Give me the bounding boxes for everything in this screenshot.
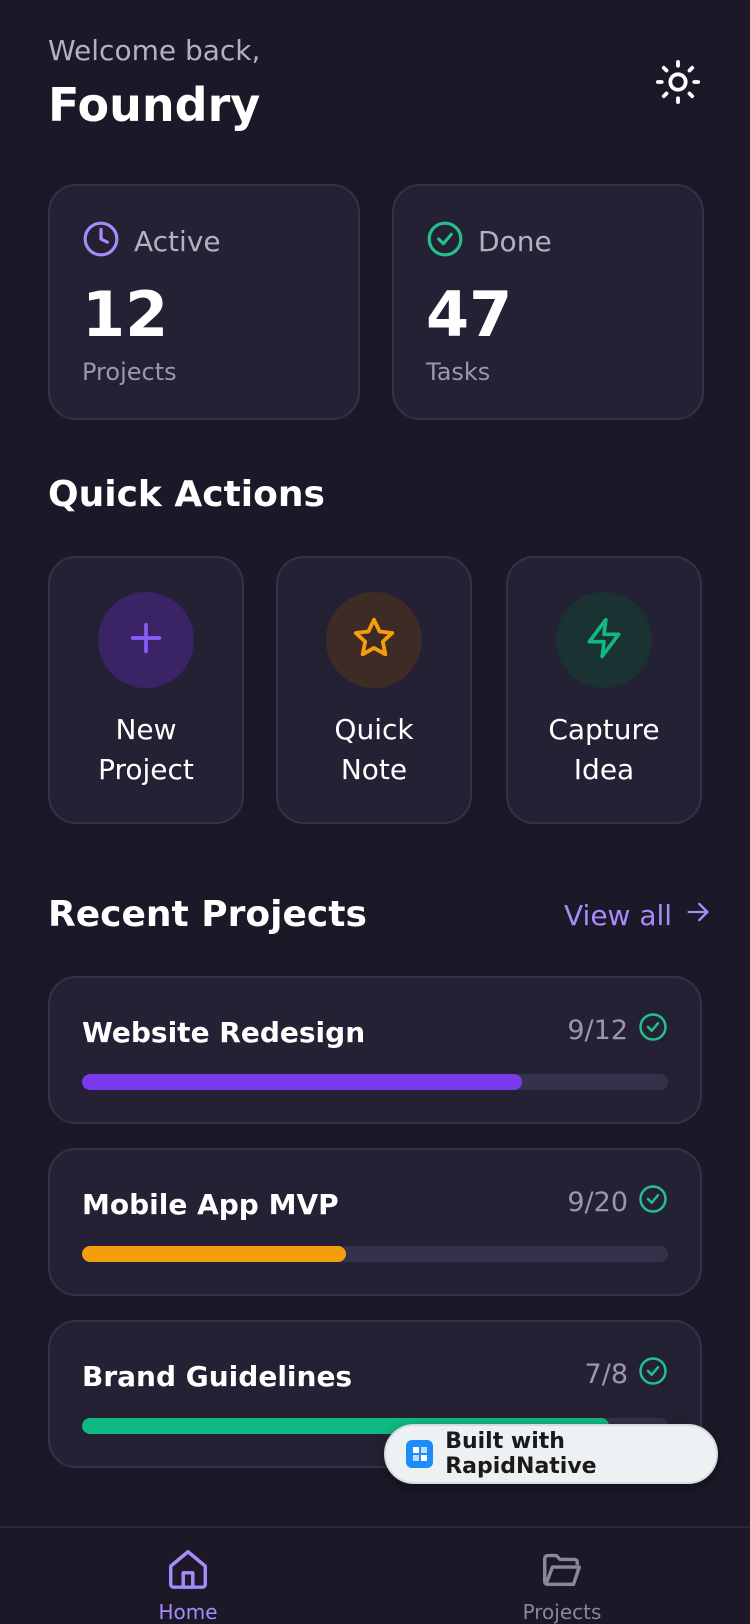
sun-icon (655, 59, 701, 109)
star-icon (351, 615, 397, 665)
icon-circle (98, 592, 194, 688)
icon-circle (326, 592, 422, 688)
badge-text: Built with RapidNative (445, 1429, 597, 1479)
stat-sublabel: Projects (82, 358, 177, 386)
check-circle-icon (638, 1356, 668, 1393)
project-task-count: 7/8 (585, 1356, 668, 1393)
project-card[interactable]: Website Redesign 9/12 (48, 976, 702, 1124)
stat-label: Done (478, 224, 552, 258)
stat-value: 12 (82, 278, 169, 351)
project-task-count: 9/20 (567, 1184, 668, 1221)
check-circle-icon (426, 220, 464, 262)
progress-fill (82, 1246, 346, 1262)
quick-action-label: Quick Note (334, 713, 414, 786)
stat-label: Active (134, 224, 221, 258)
capture-idea-button[interactable]: Capture Idea (506, 556, 702, 824)
built-with-badge[interactable]: Built with RapidNative (384, 1424, 718, 1484)
view-all-link[interactable]: View all (564, 898, 712, 933)
check-circle-icon (638, 1184, 668, 1221)
folder-open-icon (539, 1546, 585, 1596)
check-circle-icon (638, 1012, 668, 1049)
arrow-right-icon (684, 898, 712, 933)
project-name: Mobile App MVP (82, 1188, 339, 1221)
stat-card-active[interactable]: Active 12 Projects (48, 184, 360, 420)
welcome-text: Welcome back, (48, 34, 261, 67)
nav-home[interactable]: Home (108, 1546, 268, 1624)
stat-sublabel: Tasks (426, 358, 491, 386)
progress-bar (82, 1074, 668, 1090)
progress-fill (82, 1074, 522, 1090)
quick-action-label: Capture Idea (548, 713, 660, 786)
app-root: Welcome back, Foundry Active 12 Projects… (0, 0, 750, 1624)
nav-projects[interactable]: Projects (482, 1546, 642, 1624)
task-count-text: 9/12 (567, 1015, 628, 1046)
rapidnative-logo-icon (406, 1440, 434, 1468)
task-count-text: 7/8 (584, 1359, 628, 1390)
project-card[interactable]: Mobile App MVP 9/20 (48, 1148, 702, 1296)
task-count-text: 9/20 (567, 1187, 628, 1218)
project-name: Website Redesign (82, 1016, 366, 1049)
nav-home-label: Home (158, 1600, 218, 1624)
new-project-button[interactable]: New Project (48, 556, 244, 824)
view-all-label: View all (564, 899, 673, 932)
quick-action-label: New Project (98, 713, 194, 786)
plus-icon (126, 618, 166, 662)
theme-toggle-button[interactable] (652, 58, 704, 110)
clock-icon (82, 220, 120, 262)
quick-actions-title: Quick Actions (48, 474, 325, 515)
bottom-nav: Home Projects (0, 1526, 750, 1624)
stat-header: Active (82, 220, 221, 262)
recent-projects-title: Recent Projects (48, 894, 367, 935)
stat-value: 47 (426, 278, 513, 351)
progress-bar (82, 1246, 668, 1262)
stat-header: Done (426, 220, 552, 262)
stat-card-done[interactable]: Done 47 Tasks (392, 184, 704, 420)
icon-circle (556, 592, 652, 688)
lightning-icon (582, 616, 626, 664)
user-name: Foundry (48, 78, 261, 132)
project-task-count: 9/12 (567, 1012, 668, 1049)
quick-note-button[interactable]: Quick Note (276, 556, 472, 824)
nav-projects-label: Projects (522, 1600, 602, 1624)
home-icon (165, 1546, 211, 1596)
project-name: Brand Guidelines (82, 1360, 353, 1393)
